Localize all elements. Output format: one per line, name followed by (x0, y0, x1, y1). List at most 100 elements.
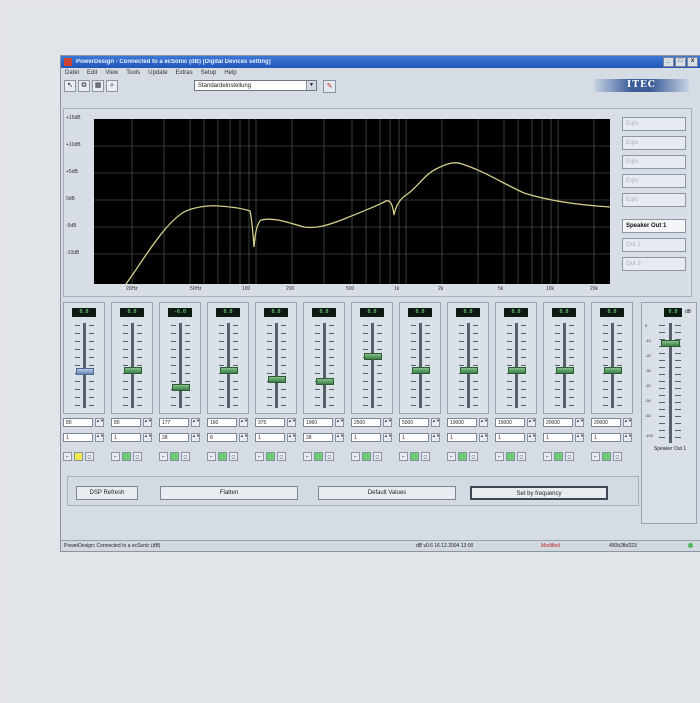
filter-type-icon[interactable]: ⌐ (351, 452, 360, 461)
fader-knob[interactable] (604, 366, 622, 374)
band-bypass-icon[interactable]: ◻ (181, 452, 190, 461)
fader-track[interactable] (179, 323, 182, 408)
filter-type-icon[interactable]: ⌐ (495, 452, 504, 461)
q-spinner-icon[interactable]: ▲▼ (191, 433, 200, 442)
band-frequency-field[interactable]: 80 (63, 418, 93, 427)
band-bypass-icon[interactable]: ◻ (85, 452, 94, 461)
menu-extras[interactable]: Extras (176, 70, 193, 76)
band-frequency-field[interactable]: 20000 (543, 418, 573, 427)
filter-type-icon[interactable]: ⌐ (303, 452, 312, 461)
q-spinner-icon[interactable]: ▲▼ (95, 433, 104, 442)
frequency-spinner-icon[interactable]: ▲▼ (431, 418, 440, 427)
q-spinner-icon[interactable]: ▲▼ (383, 433, 392, 442)
band-q-field[interactable]: 1 (351, 433, 381, 442)
menu-edit[interactable]: Edit (87, 70, 97, 76)
band-frequency-field[interactable]: 177 (159, 418, 189, 427)
eq-slot-button[interactable]: Eqlo (622, 193, 686, 207)
band-frequency-field[interactable]: 15000 (495, 418, 525, 427)
fader-knob[interactable] (508, 366, 526, 374)
output-out-3-button[interactable]: Out 3 (622, 257, 686, 271)
master-fader-knob[interactable] (661, 339, 680, 347)
band-q-field[interactable]: 1 (543, 433, 573, 442)
frequency-response-plot[interactable] (94, 119, 610, 284)
filter-type-icon[interactable]: ⌐ (207, 452, 216, 461)
band-enable-toggle[interactable] (410, 452, 419, 461)
zoom-icon[interactable]: ⌕ (106, 80, 118, 92)
load-preset-icon[interactable]: ✎ (323, 80, 336, 93)
frequency-spinner-icon[interactable]: ▲▼ (479, 418, 488, 427)
copy-icon[interactable]: ⧉ (78, 80, 90, 92)
band-frequency-field[interactable]: 80 (111, 418, 141, 427)
band-q-field[interactable]: 28 (159, 433, 189, 442)
frequency-spinner-icon[interactable]: ▲▼ (143, 418, 152, 427)
fader-track[interactable] (515, 323, 518, 408)
default-values-button[interactable]: Default Values (318, 486, 456, 500)
band-bypass-icon[interactable]: ◻ (229, 452, 238, 461)
band-q-field[interactable]: 1 (255, 433, 285, 442)
band-enable-toggle[interactable] (74, 452, 83, 461)
band-frequency-field[interactable]: 20000 (591, 418, 621, 427)
filter-type-icon[interactable]: ⌐ (111, 452, 120, 461)
fader-track[interactable] (419, 323, 422, 408)
band-bypass-icon[interactable]: ◻ (277, 452, 286, 461)
frequency-spinner-icon[interactable]: ▲▼ (575, 418, 584, 427)
band-bypass-icon[interactable]: ◻ (517, 452, 526, 461)
fader-knob[interactable] (316, 377, 334, 385)
band-frequency-field[interactable]: 10000 (447, 418, 477, 427)
q-spinner-icon[interactable]: ▲▼ (527, 433, 536, 442)
fader-track[interactable] (275, 323, 278, 408)
band-bypass-icon[interactable]: ◻ (421, 452, 430, 461)
band-bypass-icon[interactable]: ◻ (565, 452, 574, 461)
fader-knob[interactable] (412, 366, 430, 374)
band-enable-toggle[interactable] (314, 452, 323, 461)
band-bypass-icon[interactable]: ◻ (373, 452, 382, 461)
eq-slot-button[interactable]: Eqlo (622, 136, 686, 150)
band-enable-toggle[interactable] (506, 452, 515, 461)
fader-track[interactable] (131, 323, 134, 408)
q-spinner-icon[interactable]: ▲▼ (431, 433, 440, 442)
fader-knob[interactable] (460, 366, 478, 374)
fader-track[interactable] (467, 323, 470, 408)
frequency-spinner-icon[interactable]: ▲▼ (287, 418, 296, 427)
fader-track[interactable] (227, 323, 230, 408)
q-spinner-icon[interactable]: ▲▼ (479, 433, 488, 442)
fader-track[interactable] (563, 323, 566, 408)
band-frequency-field[interactable]: 1060 (303, 418, 333, 427)
chevron-down-icon[interactable]: ▼ (306, 81, 316, 90)
eq-slot-button[interactable]: Eqlo (622, 117, 686, 131)
q-spinner-icon[interactable]: ▲▼ (239, 433, 248, 442)
flatten-button[interactable]: Flatten (160, 486, 298, 500)
frequency-spinner-icon[interactable]: ▲▼ (623, 418, 632, 427)
dsp-refresh-button[interactable]: DSP Refresh (76, 486, 138, 500)
band-frequency-field[interactable]: 160 (207, 418, 237, 427)
band-enable-toggle[interactable] (170, 452, 179, 461)
band-enable-toggle[interactable] (362, 452, 371, 461)
grid-icon[interactable]: ▦ (92, 80, 104, 92)
fader-knob[interactable] (364, 352, 382, 360)
band-bypass-icon[interactable]: ◻ (133, 452, 142, 461)
fader-knob[interactable] (268, 376, 286, 384)
menu-file[interactable]: Datei (65, 70, 79, 76)
fader-track[interactable] (323, 323, 326, 408)
fader-track[interactable] (83, 323, 86, 408)
preset-select[interactable]: Standardeinstellung ▼ (194, 80, 317, 91)
set-by-frequency-button[interactable]: Set by frequency (470, 486, 608, 500)
fader-knob[interactable] (556, 366, 574, 374)
filter-type-icon[interactable]: ⌐ (447, 452, 456, 461)
output-speaker-out-1-button[interactable]: Speaker Out 1 (622, 219, 686, 233)
eq-slot-button[interactable]: Eqlo (622, 174, 686, 188)
menu-view[interactable]: View (105, 70, 118, 76)
fader-knob[interactable] (220, 366, 238, 374)
band-enable-toggle[interactable] (602, 452, 611, 461)
menu-help[interactable]: Help (224, 70, 236, 76)
eq-slot-button[interactable]: Eqlo (622, 155, 686, 169)
band-q-field[interactable]: 28 (303, 433, 333, 442)
band-enable-toggle[interactable] (458, 452, 467, 461)
band-q-field[interactable]: 1 (399, 433, 429, 442)
q-spinner-icon[interactable]: ▲▼ (287, 433, 296, 442)
filter-type-icon[interactable]: ⌐ (591, 452, 600, 461)
q-spinner-icon[interactable]: ▲▼ (143, 433, 152, 442)
band-q-field[interactable]: 1 (63, 433, 93, 442)
frequency-spinner-icon[interactable]: ▲▼ (335, 418, 344, 427)
q-spinner-icon[interactable]: ▲▼ (575, 433, 584, 442)
